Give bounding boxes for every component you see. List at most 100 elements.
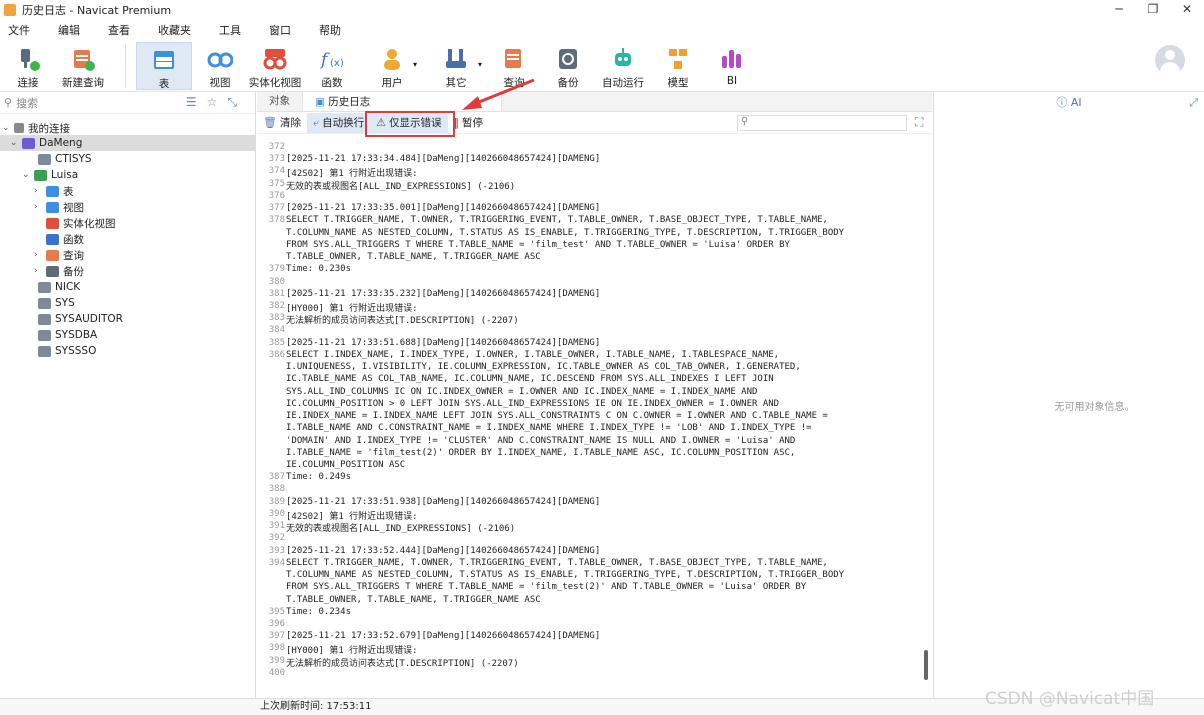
- log-line: FROM SYS.ALL_TRIGGERS T WHERE T.TABLE_NA…: [286, 582, 807, 593]
- views-button[interactable]: 视图: [202, 42, 238, 90]
- expand-panel-icon[interactable]: ⤢: [1189, 96, 1198, 110]
- minimize-button[interactable]: ─: [1102, 0, 1136, 20]
- tab-objects[interactable]: 对象: [257, 91, 302, 111]
- line-number: 392: [268, 533, 285, 544]
- new-query-icon: [70, 46, 96, 72]
- log-line: IC.COLUMN_POSITION > 0 LEFT JOIN SYS.ALL…: [286, 398, 780, 409]
- line-number: 373: [268, 154, 285, 165]
- collapse-icon[interactable]: ⤡: [227, 95, 237, 110]
- tree-functions[interactable]: 函数: [34, 231, 84, 247]
- line-number: 389: [268, 496, 285, 507]
- log-line: FROM SYS.ALL_TRIGGERS T WHERE T.TABLE_NA…: [286, 239, 790, 250]
- tree-schema-luisa[interactable]: ⌄ Luisa: [22, 167, 78, 183]
- tree-materialized-views[interactable]: 实体化视图: [34, 215, 116, 231]
- expand-icon[interactable]: ⛶: [915, 115, 923, 130]
- user-avatar[interactable]: [1155, 45, 1185, 75]
- connect-button[interactable]: 连接: [10, 42, 46, 90]
- user-icon: [379, 46, 405, 72]
- wrap-icon: ⤶: [312, 115, 320, 129]
- log-line: SELECT T.TRIGGER_NAME, T.OWNER, T.TRIGGE…: [286, 557, 828, 568]
- menu-view[interactable]: 查看: [100, 22, 140, 38]
- log-line: I.TABLE_NAME = 'film_test(2)' ORDER BY I…: [286, 447, 796, 458]
- schema-icon: [38, 281, 51, 293]
- menu-file[interactable]: 文件: [0, 22, 40, 38]
- materialized-views-button[interactable]: 实体化视图: [248, 42, 302, 90]
- automation-button[interactable]: 自动运行: [600, 42, 646, 90]
- menu-help[interactable]: 帮助: [311, 22, 351, 38]
- log-line: [2025-11-21 17:33:34.484][DaMeng][140266…: [286, 154, 601, 165]
- highlight-box: [365, 111, 455, 137]
- window-title: 历史日志 - Navicat Premium: [22, 4, 172, 17]
- log-search-input[interactable]: ⚲: [737, 115, 907, 131]
- close-button[interactable]: ✕: [1170, 0, 1204, 20]
- line-number: 380: [268, 276, 285, 287]
- line-number: 372: [268, 142, 285, 152]
- line-number: 399: [268, 655, 285, 666]
- users-button[interactable]: 用户: [374, 42, 410, 90]
- backup-button[interactable]: 备份: [552, 42, 584, 90]
- tree-schema-sysso[interactable]: SYSSSO: [26, 343, 96, 359]
- autowrap-toggle[interactable]: ⤶ 自动换行: [306, 112, 371, 133]
- materialized-view-icon: [46, 217, 59, 229]
- others-dropdown-icon[interactable]: ▾: [478, 60, 482, 69]
- menu-favorites[interactable]: 收藏夹: [150, 22, 201, 38]
- tree-damengconnection[interactable]: ⌄ DaMeng: [0, 135, 255, 151]
- info-icon[interactable]: ⓘ: [1056, 94, 1071, 110]
- line-number: 374: [268, 166, 285, 177]
- line-number: 397: [268, 631, 285, 642]
- search-icon: ⚲: [741, 116, 749, 127]
- tree-my-connections[interactable]: ⌄ 我的连接: [2, 120, 70, 136]
- log-line: [42S02] 第1 行附近出现错误:: [286, 511, 418, 522]
- menu-window[interactable]: 窗口: [261, 22, 301, 38]
- log-scrollbar[interactable]: [924, 650, 928, 680]
- tree-schema-ctisys[interactable]: CTISYS: [26, 151, 92, 167]
- filter-icon[interactable]: ☰: [186, 95, 197, 110]
- log-line: [HY000] 第1 行附近出现错误:: [286, 303, 418, 314]
- tree-backups[interactable]: › 备份: [34, 263, 84, 279]
- tree-schema-nick[interactable]: NICK: [26, 279, 80, 295]
- log-line: SYS.ALL_IND_COLUMNS IC ON IC.INDEX_OWNER…: [286, 386, 758, 397]
- menu-tools[interactable]: 工具: [211, 22, 251, 38]
- query-button[interactable]: 查询: [499, 42, 529, 90]
- new-query-button[interactable]: 新建查询: [60, 42, 106, 90]
- bi-icon: [719, 46, 745, 72]
- tree-schema-sysauditor[interactable]: SYSAUDITOR: [26, 311, 123, 327]
- log-text-area[interactable]: 372 373 [2025-11-21 17:33:34.484][DaMeng][…: [257, 140, 919, 692]
- query-icon: [501, 46, 527, 72]
- log-line: SELECT I.INDEX_NAME, I.INDEX_TYPE, I.OWN…: [286, 349, 780, 360]
- star-icon[interactable]: ☆: [207, 95, 218, 110]
- clear-button[interactable]: 🗑 清除: [257, 113, 307, 133]
- tables-button[interactable]: 表: [136, 42, 192, 90]
- log-line: Time: 0.234s: [286, 606, 352, 617]
- app-icon: [4, 4, 16, 16]
- tree-views[interactable]: › 视图: [34, 199, 84, 215]
- log-line: 'DOMAIN' AND I.INDEX_TYPE != 'CLUSTER' A…: [286, 435, 796, 446]
- log-line: [2025-11-21 17:33:35.232][DaMeng][140266…: [286, 288, 601, 299]
- last-refresh-text: 上次刷新时间: 17:53:11: [260, 701, 372, 712]
- maximize-button[interactable]: ❐: [1136, 0, 1170, 20]
- search-input[interactable]: 搜索: [16, 95, 38, 111]
- functions-button[interactable]: f (x) 函数: [314, 42, 350, 90]
- ai-tab[interactable]: AI: [1071, 96, 1082, 109]
- tree-schema-sysdba[interactable]: SYSDBA: [26, 327, 97, 343]
- users-dropdown-icon[interactable]: ▾: [413, 60, 417, 69]
- log-line: 无法解析的成员访问表达式[T.DESCRIPTION] (-2207): [286, 316, 519, 327]
- tree-schema-sys[interactable]: SYS: [26, 295, 75, 311]
- log-line: 无效的表或视图名[ALL_IND_EXPRESSIONS] (-2106): [286, 181, 516, 192]
- log-line: T.COLUMN_NAME AS NESTED_COLUMN, T.STATUS…: [286, 570, 845, 581]
- menu-edit[interactable]: 编辑: [50, 22, 90, 38]
- model-button[interactable]: 模型: [662, 42, 694, 90]
- bi-button[interactable]: BI: [716, 42, 748, 90]
- line-number: 385: [268, 337, 285, 348]
- log-line: [2025-11-21 17:33:52.444][DaMeng][140266…: [286, 545, 601, 556]
- tools-icon: [443, 46, 469, 72]
- log-line: 无效的表或视图名[ALL_IND_EXPRESSIONS] (-2106): [286, 524, 516, 535]
- others-button[interactable]: 其它: [438, 42, 474, 90]
- tree-queries[interactable]: › 查询: [34, 247, 84, 263]
- line-number: 396: [268, 618, 285, 629]
- log-line: Time: 0.230s: [286, 264, 352, 275]
- log-line: I.TABLE_NAME AND C.CONSTRAINT_NAME = I.I…: [286, 423, 812, 434]
- log-line: T.TABLE_OWNER, T.TABLE_NAME, T.TRIGGER_N…: [286, 252, 541, 263]
- tab-history-log[interactable]: ▣ 历史日志: [302, 91, 502, 111]
- tree-tables[interactable]: › 表: [34, 183, 74, 199]
